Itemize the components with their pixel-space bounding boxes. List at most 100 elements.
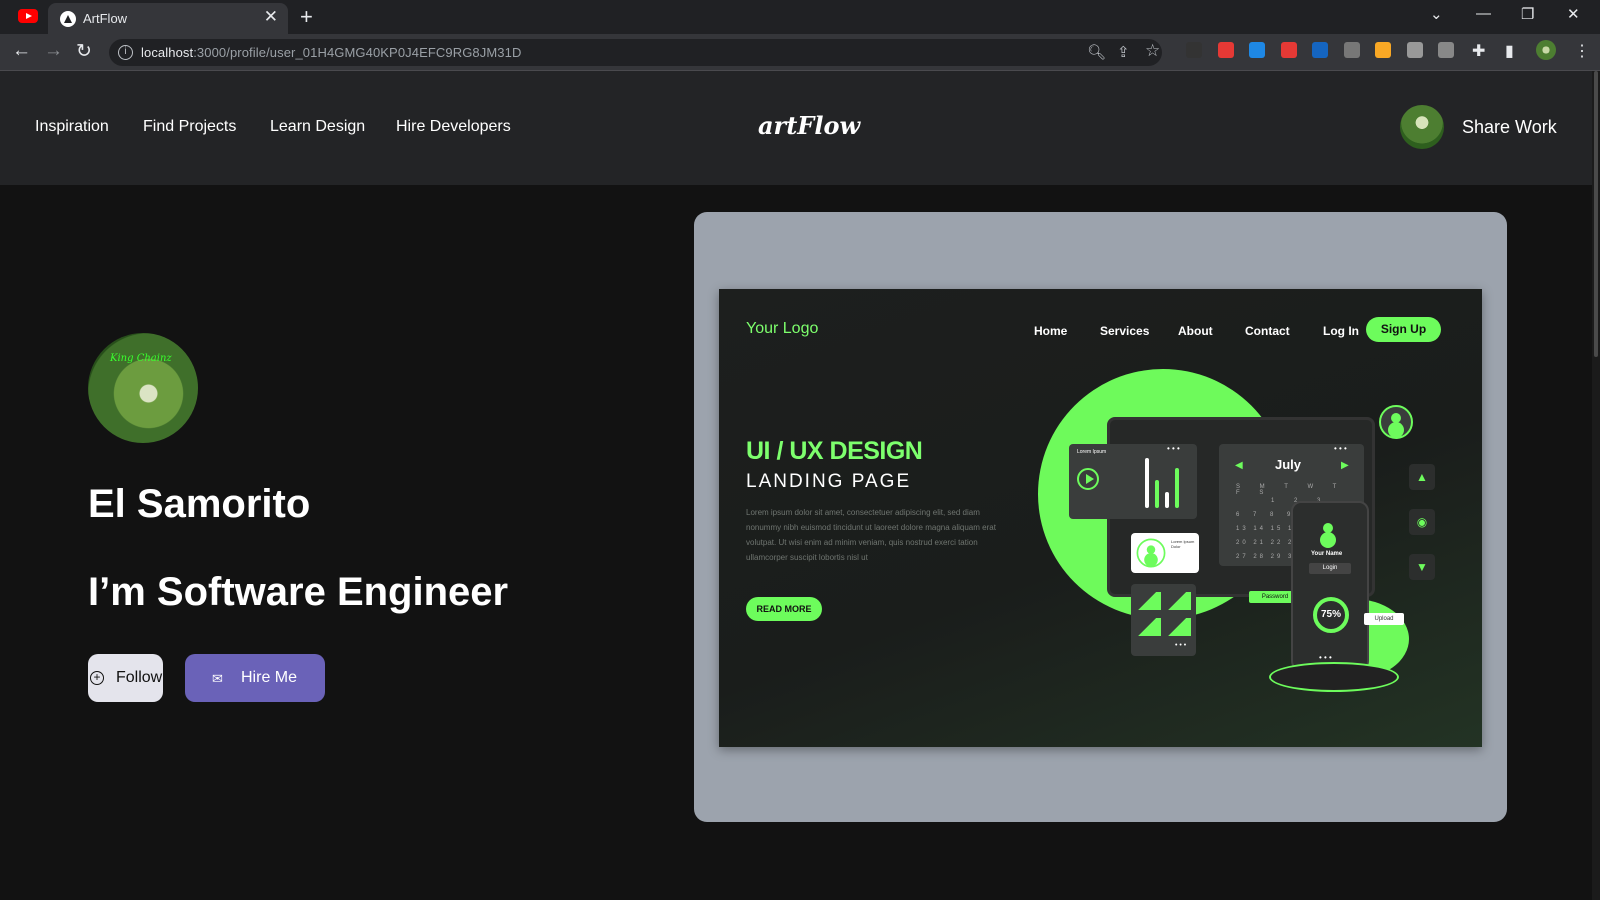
youtube-tab-icon[interactable] <box>18 9 38 23</box>
hire-me-button[interactable]: ✉ Hire Me <box>185 654 325 702</box>
shot-headline: UI / UX DESIGN <box>746 437 923 465</box>
scrollbar-thumb[interactable] <box>1594 71 1598 357</box>
play-icon <box>1077 468 1099 490</box>
chart-bar <box>1165 492 1169 508</box>
share-icon[interactable]: ⇪ <box>1117 43 1130 61</box>
extension-icon[interactable] <box>1249 42 1265 58</box>
nav-link-hire-developers[interactable]: Hire Developers <box>396 118 511 136</box>
minimize-icon[interactable]: — <box>1476 5 1491 22</box>
shot-logo: Your Logo <box>746 320 819 337</box>
hire-me-label: Hire Me <box>241 669 298 686</box>
shot-nav-login: Log In <box>1323 324 1359 338</box>
site-header: Inspiration Find Projects Learn Design H… <box>0 71 1600 185</box>
phone-user-icon <box>1313 517 1347 551</box>
forward-icon[interactable]: → <box>44 40 63 62</box>
extension-icon[interactable] <box>1312 42 1328 58</box>
target-icon: ◉ <box>1409 509 1435 535</box>
chart-bar <box>1175 468 1179 508</box>
artflow-logo[interactable]: artFlow <box>758 111 860 140</box>
profile-name: El Samorito <box>88 482 311 526</box>
phone-dots-icon: • • • <box>1319 653 1332 662</box>
bookmark-star-icon[interactable]: ☆ <box>1145 41 1160 61</box>
calendar-weekdays: S M T W T F S <box>1236 484 1346 496</box>
phone-base-ring <box>1269 662 1399 692</box>
calendar-next-icon: ▶ <box>1341 460 1349 471</box>
tab-search-icon[interactable]: ⌄ <box>1430 5 1443 23</box>
user-circle-icon <box>1136 538 1166 568</box>
extension-icon[interactable] <box>1217 42 1234 58</box>
shot-nav-about: About <box>1178 324 1213 338</box>
share-work-link[interactable]: Share Work <box>1462 117 1557 138</box>
profile-card-label: Lorem Ipsum Dolor <box>1171 539 1195 549</box>
tab-close-icon[interactable]: ✕ <box>264 8 278 25</box>
address-bar[interactable]: i localhost:3000/profile/user_01H4GMG40K… <box>109 39 1162 66</box>
tile-chart-icon <box>1167 592 1191 610</box>
profile-avatar-icon[interactable] <box>1536 40 1556 60</box>
follow-label: Follow <box>116 669 163 686</box>
phone-name: Your Name <box>1311 551 1343 557</box>
tiles-dots-icon: • • • <box>1175 642 1187 649</box>
widget-dots-icon: • • • <box>1167 444 1180 453</box>
nav-link-find-projects[interactable]: Find Projects <box>143 118 236 136</box>
extension-icon[interactable] <box>1406 42 1423 58</box>
phone-login-pill: Login <box>1309 563 1351 574</box>
widget-label: Lorem Ipsum <box>1077 449 1107 455</box>
back-icon[interactable]: ← <box>12 40 31 62</box>
nav-link-learn-design[interactable]: Learn Design <box>270 118 365 136</box>
extension-icon[interactable] <box>1280 42 1297 58</box>
zoom-icon[interactable]: 🔍︎ <box>1087 43 1106 61</box>
extension-icon[interactable] <box>1343 42 1360 58</box>
calendar-prev-icon: ◀ <box>1235 460 1243 471</box>
shot-nav-contact: Contact <box>1245 324 1290 338</box>
avatar-bubble-icon <box>1379 405 1413 439</box>
chart-bar <box>1155 480 1159 508</box>
shot-nav-services: Services <box>1100 324 1150 338</box>
calendar-month: July <box>1275 457 1302 472</box>
browser-tab[interactable]: ArtFlow ✕ <box>48 3 288 34</box>
tile-chart-icon <box>1137 618 1161 636</box>
close-window-icon[interactable]: ✕ <box>1567 5 1580 23</box>
nav-link-inspiration[interactable]: Inspiration <box>35 118 109 136</box>
project-card[interactable]: Your Logo Home Services About Contact Lo… <box>694 212 1507 822</box>
browser-tabbar: ArtFlow ✕ + ⌄ — ❐ ✕ <box>0 0 1600 34</box>
side-panel-icon[interactable]: ▮ <box>1505 41 1514 61</box>
site-info-icon[interactable]: i <box>118 45 133 60</box>
shot-lorem-text: Lorem ipsum dolor sit amet, consectetuer… <box>746 508 996 562</box>
page-scrollbar[interactable] <box>1592 71 1600 900</box>
follow-button[interactable]: + Follow <box>88 654 163 702</box>
extensions-puzzle-icon[interactable]: ✚ <box>1472 41 1485 61</box>
profile-role: I’m Software Engineer <box>88 570 509 614</box>
tiles-widget: • • • <box>1131 584 1196 656</box>
artflow-favicon-icon <box>60 11 76 27</box>
tab-title: ArtFlow <box>83 11 128 26</box>
phone-illustration: Your Name Login 75% • • • <box>1291 501 1369 671</box>
mail-icon: ✉ <box>212 671 223 686</box>
reload-icon[interactable]: ↻ <box>76 40 92 63</box>
extension-icon[interactable] <box>1186 42 1202 58</box>
chart-widget: Lorem Ipsum • • • <box>1069 444 1197 519</box>
shot-subheadline: LANDING PAGE <box>746 471 912 492</box>
restore-icon[interactable]: ❐ <box>1521 5 1534 23</box>
tile-chart-icon <box>1137 592 1161 610</box>
browser-toolbar: ← → ↻ i localhost:3000/profile/user_01H4… <box>0 34 1600 71</box>
chart-bar <box>1145 458 1149 508</box>
project-image[interactable]: Your Logo Home Services About Contact Lo… <box>719 289 1482 747</box>
progress-ring: 75% <box>1313 597 1349 633</box>
tile-chart-icon <box>1167 618 1191 636</box>
calendar-dots-icon: • • • <box>1334 444 1347 453</box>
extension-icon[interactable] <box>1438 42 1454 58</box>
shot-signup-button: Sign Up <box>1366 317 1441 342</box>
avatar-caption: King Chainz <box>110 353 172 364</box>
arrow-down-icon: ▼ <box>1409 554 1435 580</box>
upload-pill: Upload <box>1364 613 1404 625</box>
profile-avatar: King Chainz <box>88 333 198 443</box>
plus-circle-icon: + <box>90 671 104 685</box>
url-text[interactable]: localhost:3000/profile/user_01H4GMG40KP0… <box>141 45 521 60</box>
new-tab-button[interactable]: + <box>300 4 313 30</box>
user-avatar[interactable] <box>1400 105 1444 149</box>
browser-menu-icon[interactable]: ⋮ <box>1574 41 1590 61</box>
shot-read-more-button: READ MORE <box>746 597 822 621</box>
profile-card-widget: Lorem Ipsum Dolor <box>1131 533 1199 573</box>
extension-icon[interactable] <box>1375 42 1391 58</box>
shot-nav-home: Home <box>1034 324 1068 338</box>
